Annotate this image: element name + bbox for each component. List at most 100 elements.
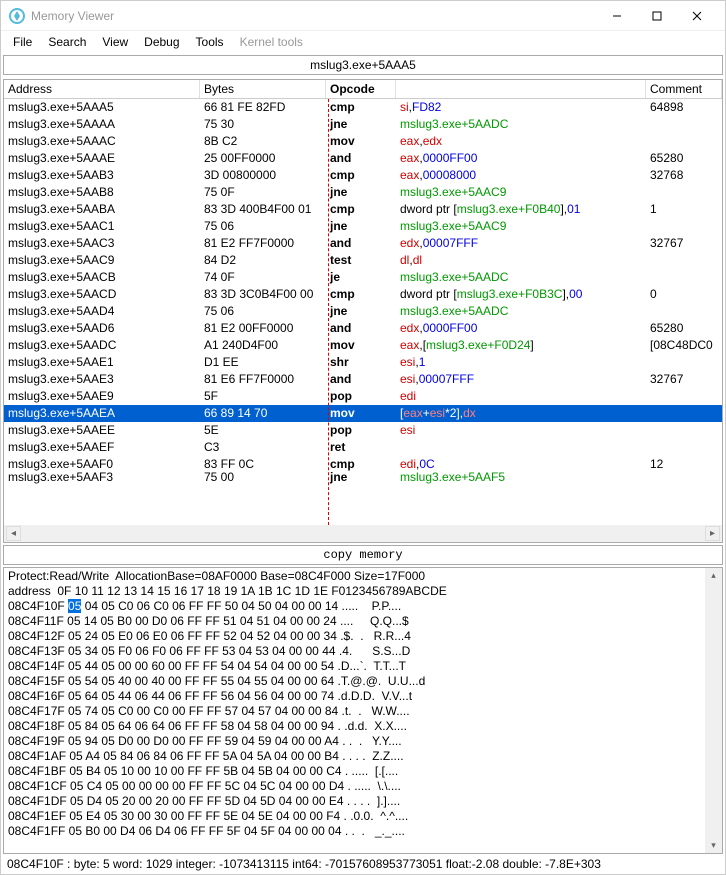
column-comment[interactable]: Comment bbox=[646, 80, 722, 98]
row-args: dword ptr [mslug3.exe+F0B40],01 bbox=[396, 201, 646, 218]
disassembly-row[interactable]: mslug3.exe+5AAA566 81 FE 82FDcmpsi,FD826… bbox=[4, 99, 722, 116]
disassembly-row[interactable]: mslug3.exe+5AAD681 E2 00FF0000andedx,000… bbox=[4, 320, 722, 337]
row-args: si,FD82 bbox=[396, 99, 646, 116]
row-address: mslug3.exe+5AAD6 bbox=[4, 320, 200, 337]
column-opcode[interactable]: Opcode bbox=[326, 80, 396, 98]
hex-content[interactable]: Protect:Read/Write AllocationBase=08AF00… bbox=[4, 568, 722, 840]
row-bytes: 81 E6 FF7F0000 bbox=[200, 371, 326, 388]
row-opcode: and bbox=[326, 150, 396, 167]
row-args: eax,00008000 bbox=[396, 167, 646, 184]
disassembly-row[interactable]: mslug3.exe+5AAE95Fpopedi bbox=[4, 388, 722, 405]
hex-row[interactable]: 08C4F12F 05 24 05 E0 06 E0 06 FF FF 52 0… bbox=[8, 629, 718, 644]
hex-row[interactable]: 08C4F11F 05 14 05 B0 00 D0 06 FF FF 51 0… bbox=[8, 614, 718, 629]
disassembly-row[interactable]: mslug3.exe+5AAAA75 30jnemslug3.exe+5AADC bbox=[4, 116, 722, 133]
row-comment: 0 bbox=[646, 286, 722, 303]
row-opcode: shr bbox=[326, 354, 396, 371]
row-address: mslug3.exe+5AAE3 bbox=[4, 371, 200, 388]
hex-row[interactable]: 08C4F1FF 05 B0 00 D4 06 D4 06 FF FF 5F 0… bbox=[8, 824, 718, 839]
disassembly-row[interactable]: mslug3.exe+5AACD83 3D 3C0B4F00 00cmpdwor… bbox=[4, 286, 722, 303]
row-bytes: A1 240D4F00 bbox=[200, 337, 326, 354]
disassembly-row[interactable]: mslug3.exe+5AAB33D 00800000cmpeax,000080… bbox=[4, 167, 722, 184]
disassembly-row[interactable]: mslug3.exe+5AAAC8B C2moveax,edx bbox=[4, 133, 722, 150]
menu-tools[interactable]: Tools bbox=[188, 33, 232, 51]
disassembly-row[interactable]: mslug3.exe+5AACB74 0Fjemslug3.exe+5AADC bbox=[4, 269, 722, 286]
minimize-button[interactable] bbox=[597, 2, 637, 30]
hex-row[interactable]: 08C4F10F 05 04 05 C0 06 C0 06 FF FF 50 0… bbox=[8, 599, 718, 614]
disassembly-row[interactable]: mslug3.exe+5AADCA1 240D4F00moveax,[mslug… bbox=[4, 337, 722, 354]
vertical-scrollbar[interactable]: ▴ ▾ bbox=[705, 568, 722, 853]
disassembly-row[interactable]: mslug3.exe+5AAC984 D2testdl,dl bbox=[4, 252, 722, 269]
disassembly-row[interactable]: mslug3.exe+5AAE1D1 EEshresi,1 bbox=[4, 354, 722, 371]
menu-view[interactable]: View bbox=[94, 33, 136, 51]
disassembly-rows[interactable]: mslug3.exe+5AAA566 81 FE 82FDcmpsi,FD826… bbox=[4, 99, 722, 525]
row-args: eax,[mslug3.exe+F0D24] bbox=[396, 337, 646, 354]
row-bytes: 25 00FF0000 bbox=[200, 150, 326, 167]
scroll-left-icon[interactable]: ◂ bbox=[6, 526, 21, 541]
hex-row[interactable]: 08C4F17F 05 74 05 C0 00 C0 00 FF FF 57 0… bbox=[8, 704, 718, 719]
hex-row[interactable]: 08C4F14F 05 44 05 00 00 60 00 FF FF 54 0… bbox=[8, 659, 718, 674]
scroll-down-icon[interactable]: ▾ bbox=[706, 838, 721, 853]
row-bytes: 81 E2 FF7F0000 bbox=[200, 235, 326, 252]
hex-row[interactable]: 08C4F19F 05 94 05 D0 00 D0 00 FF FF 59 0… bbox=[8, 734, 718, 749]
disassembly-row[interactable]: mslug3.exe+5AABA83 3D 400B4F00 01cmpdwor… bbox=[4, 201, 722, 218]
row-comment: 32767 bbox=[646, 235, 722, 252]
hex-row[interactable]: 08C4F1EF 05 E4 05 30 00 30 00 FF FF 5E 0… bbox=[8, 809, 718, 824]
column-args[interactable] bbox=[396, 80, 646, 98]
row-address: mslug3.exe+5AAA5 bbox=[4, 99, 200, 116]
row-comment: 1 bbox=[646, 201, 722, 218]
hex-row[interactable]: 08C4F1AF 05 A4 05 84 06 84 06 FF FF 5A 0… bbox=[8, 749, 718, 764]
row-opcode: ret bbox=[326, 439, 396, 456]
hex-row[interactable]: 08C4F1CF 05 C4 05 00 00 00 00 FF FF 5C 0… bbox=[8, 779, 718, 794]
disassembly-row[interactable]: mslug3.exe+5AAAE25 00FF0000andeax,0000FF… bbox=[4, 150, 722, 167]
row-args: mslug3.exe+5AADC bbox=[396, 269, 646, 286]
maximize-button[interactable] bbox=[637, 2, 677, 30]
close-button[interactable] bbox=[677, 2, 717, 30]
row-args: esi bbox=[396, 422, 646, 439]
row-opcode: and bbox=[326, 371, 396, 388]
row-bytes: 66 81 FE 82FD bbox=[200, 99, 326, 116]
row-address: mslug3.exe+5AAAE bbox=[4, 150, 200, 167]
row-args: mslug3.exe+5AAF5 bbox=[396, 469, 646, 486]
column-bytes[interactable]: Bytes bbox=[200, 80, 326, 98]
menu-kernel-tools[interactable]: Kernel tools bbox=[232, 33, 311, 51]
hex-row[interactable]: 08C4F15F 05 54 05 40 00 40 00 FF FF 55 0… bbox=[8, 674, 718, 689]
disassembly-row[interactable]: mslug3.exe+5AAB875 0Fjnemslug3.exe+5AAC9 bbox=[4, 184, 722, 201]
row-address: mslug3.exe+5AAE1 bbox=[4, 354, 200, 371]
hex-row[interactable]: 08C4F13F 05 34 05 F0 06 F0 06 FF FF 53 0… bbox=[8, 644, 718, 659]
row-opcode: mov bbox=[326, 405, 396, 422]
row-args: [eax+esi*2],dx bbox=[396, 405, 646, 422]
disassembly-row[interactable]: mslug3.exe+5AAEE5Epopesi bbox=[4, 422, 722, 439]
disassembly-row[interactable]: mslug3.exe+5AAE381 E6 FF7F0000andesi,000… bbox=[4, 371, 722, 388]
hex-row[interactable]: 08C4F1BF 05 B4 05 10 00 10 00 FF FF 5B 0… bbox=[8, 764, 718, 779]
hex-row[interactable]: 08C4F1DF 05 D4 05 20 00 20 00 FF FF 5D 0… bbox=[8, 794, 718, 809]
menu-debug[interactable]: Debug bbox=[136, 33, 187, 51]
scroll-right-icon[interactable]: ▸ bbox=[705, 526, 720, 541]
hex-row[interactable]: 08C4F16F 05 64 05 44 06 44 06 FF FF 56 0… bbox=[8, 689, 718, 704]
disassembly-row[interactable]: mslug3.exe+5AAF375 00jnemslug3.exe+5AAF5 bbox=[4, 473, 722, 481]
scroll-up-icon[interactable]: ▴ bbox=[706, 568, 721, 583]
disassembly-row[interactable]: mslug3.exe+5AAEA66 89 14 70mov[eax+esi*2… bbox=[4, 405, 722, 422]
copy-memory-button[interactable]: copy memory bbox=[3, 545, 723, 565]
hex-header: address 0F 10 11 12 13 14 15 16 17 18 19… bbox=[8, 584, 718, 599]
row-args: mslug3.exe+5AAC9 bbox=[396, 218, 646, 235]
disassembly-row[interactable]: mslug3.exe+5AAC175 06jnemslug3.exe+5AAC9 bbox=[4, 218, 722, 235]
horizontal-scrollbar[interactable]: ◂ ▸ bbox=[4, 525, 722, 542]
row-args: mslug3.exe+5AADC bbox=[396, 303, 646, 320]
disassembly-row[interactable]: mslug3.exe+5AAC381 E2 FF7F0000andedx,000… bbox=[4, 235, 722, 252]
row-bytes: 8B C2 bbox=[200, 133, 326, 150]
address-bar[interactable]: mslug3.exe+5AAA5 bbox=[3, 55, 723, 75]
row-address: mslug3.exe+5AAC1 bbox=[4, 218, 200, 235]
disassembly-row[interactable]: mslug3.exe+5AAEFC3ret bbox=[4, 439, 722, 456]
row-bytes: 81 E2 00FF0000 bbox=[200, 320, 326, 337]
row-opcode: jne bbox=[326, 469, 396, 486]
row-bytes: C3 bbox=[200, 439, 326, 456]
disassembly-header: Address Bytes Opcode Comment bbox=[4, 80, 722, 99]
row-args: edi bbox=[396, 388, 646, 405]
disassembly-row[interactable]: mslug3.exe+5AAD475 06jnemslug3.exe+5AADC bbox=[4, 303, 722, 320]
hex-row[interactable]: 08C4F18F 05 84 05 64 06 64 06 FF FF 58 0… bbox=[8, 719, 718, 734]
column-address[interactable]: Address bbox=[4, 80, 200, 98]
row-address: mslug3.exe+5AAEE bbox=[4, 422, 200, 439]
menu-file[interactable]: File bbox=[5, 33, 40, 51]
row-bytes: 75 06 bbox=[200, 218, 326, 235]
menu-search[interactable]: Search bbox=[40, 33, 94, 51]
